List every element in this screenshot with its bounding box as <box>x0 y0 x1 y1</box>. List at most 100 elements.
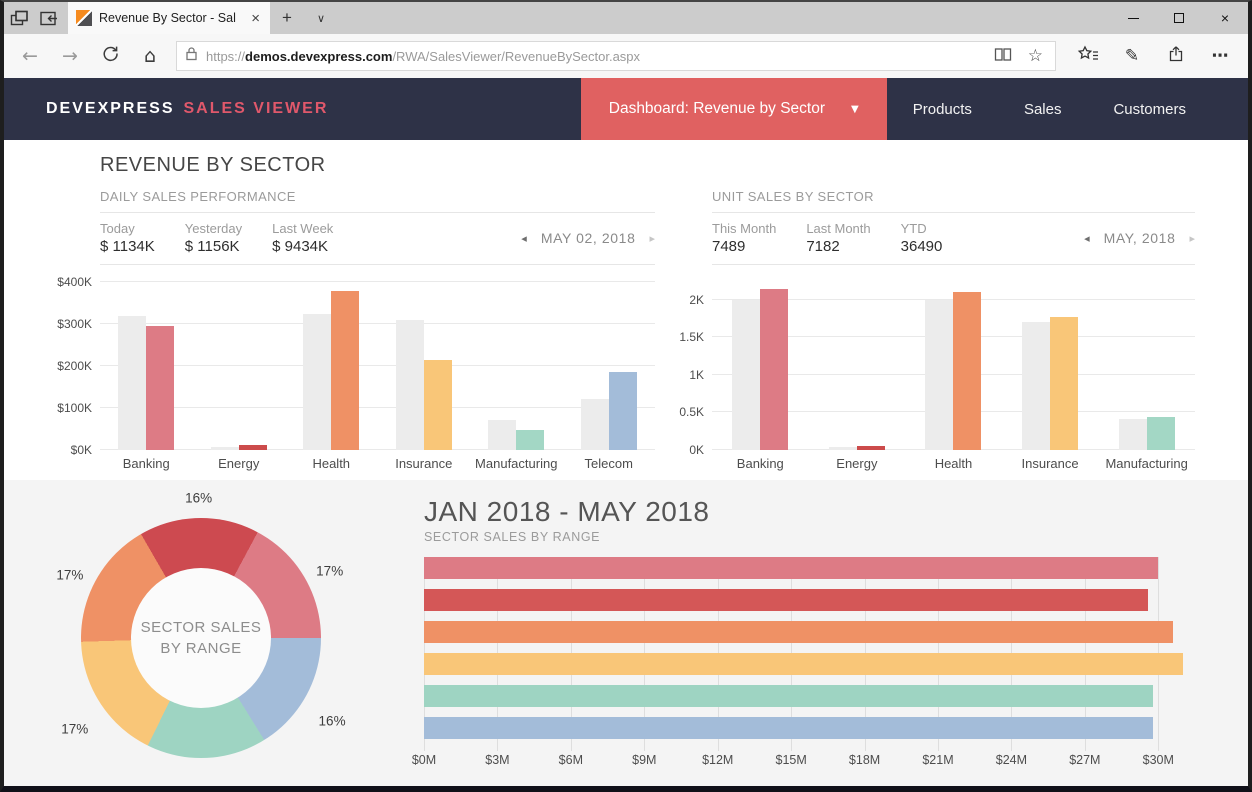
daily-date-label: MAY 02, 2018 <box>541 230 636 246</box>
next-date-icon[interactable]: ▸ <box>649 232 655 245</box>
hub-favorites-icon[interactable] <box>1066 45 1110 68</box>
settings-ellipsis-icon[interactable]: ⋯ <box>1198 46 1242 66</box>
bar-groups <box>100 275 655 450</box>
column-bar[interactable] <box>829 447 857 450</box>
share-icon[interactable] <box>1154 45 1198 67</box>
new-tab-button[interactable]: + <box>270 2 304 34</box>
category-label: Banking <box>712 456 809 471</box>
category-axis: BankingEnergyHealthInsuranceManufacturin… <box>712 456 1195 471</box>
bar-group <box>470 275 563 450</box>
horizontal-bar[interactable] <box>424 557 1158 579</box>
column-bar[interactable] <box>760 289 788 450</box>
nav-item-products[interactable]: Products <box>887 78 998 140</box>
category-label: Health <box>905 456 1002 471</box>
dashboard-top-section: REVENUE BY SECTOR DAILY SALES PERFORMANC… <box>4 140 1248 480</box>
column-bar[interactable] <box>331 291 359 450</box>
home-button[interactable]: ⌂ <box>130 45 170 67</box>
navbar-spacer <box>328 78 580 140</box>
x-axis-tick-label: $27M <box>1069 753 1100 767</box>
bar-groups <box>712 275 1195 450</box>
column-bar[interactable] <box>581 399 609 450</box>
horizontal-bar[interactable] <box>424 685 1153 707</box>
devexpress-favicon <box>76 10 92 26</box>
address-bar[interactable]: https://demos.devexpress.com/RWA/SalesVi… <box>176 41 1056 71</box>
forward-button[interactable]: → <box>50 45 90 67</box>
bar-group <box>285 275 378 450</box>
minimize-button[interactable] <box>1110 2 1156 34</box>
stat-value: 7489 <box>712 238 776 255</box>
x-axis-tick-label: $3M <box>485 753 509 767</box>
tab-preview-icon[interactable] <box>4 2 34 34</box>
tab-title: Revenue By Sector - Sal <box>99 11 242 25</box>
y-axis-tick-label: 1.5K <box>654 330 704 344</box>
horizontal-bar[interactable] <box>424 717 1153 739</box>
column-bar[interactable] <box>488 420 516 450</box>
column-bar[interactable] <box>857 446 885 450</box>
donut-zone: SECTOR SALESBY RANGE16%17%16%16%17%17% <box>4 480 420 786</box>
column-bar[interactable] <box>516 430 544 450</box>
tab-close-icon[interactable]: × <box>249 10 262 27</box>
nav-item-customers[interactable]: Customers <box>1087 78 1212 140</box>
column-bar[interactable] <box>1147 417 1175 450</box>
column-bar[interactable] <box>1119 419 1147 450</box>
stat-last-week: Last Week $ 9434K <box>272 221 333 255</box>
column-bar[interactable] <box>146 326 174 450</box>
prev-month-icon[interactable]: ◂ <box>1084 232 1090 245</box>
horizontal-bar[interactable] <box>424 653 1183 675</box>
minimize-icon <box>1128 18 1139 19</box>
chevron-down-icon: ▼ <box>851 104 859 115</box>
horizontal-bar[interactable] <box>424 589 1148 611</box>
title-bar: Revenue By Sector - Sal × + ∨ × <box>4 2 1248 34</box>
category-label: Insurance <box>1002 456 1099 471</box>
stat-label: Today <box>100 221 155 236</box>
chart-plot-area: $0K$100K$200K$300K$400K <box>100 275 655 450</box>
set-tabs-aside-icon[interactable] <box>34 2 64 34</box>
tab-list-chevron-icon[interactable]: ∨ <box>304 2 338 34</box>
browser-tab[interactable]: Revenue By Sector - Sal × <box>68 2 270 34</box>
unit-sales-panel: UNIT SALES BY SECTOR This Month 7489 Las… <box>712 189 1195 471</box>
category-label: Energy <box>193 456 286 471</box>
close-button[interactable]: × <box>1202 2 1248 34</box>
column-bar[interactable] <box>424 360 452 450</box>
url-text: https://demos.devexpress.com/RWA/SalesVi… <box>206 49 982 64</box>
add-favorite-star-icon[interactable]: ☆ <box>1024 46 1047 66</box>
dashboard-selector-button[interactable]: Dashboard: Revenue by Sector ▼ <box>581 78 887 140</box>
column-bar[interactable] <box>118 316 146 450</box>
x-axis-tick-label: $9M <box>632 753 656 767</box>
column-bar[interactable] <box>1050 317 1078 450</box>
column-bar[interactable] <box>396 320 424 450</box>
maximize-button[interactable] <box>1156 2 1202 34</box>
stat-yesterday: Yesterday $ 1156K <box>185 221 242 255</box>
refresh-button[interactable] <box>90 45 130 67</box>
prev-date-icon[interactable]: ◂ <box>521 232 527 245</box>
y-axis-tick-label: $300K <box>42 317 92 331</box>
category-label: Manufacturing <box>470 456 563 471</box>
horizontal-bar[interactable] <box>424 621 1173 643</box>
column-bar[interactable] <box>211 447 239 450</box>
category-label: Banking <box>100 456 193 471</box>
column-bar[interactable] <box>239 445 267 450</box>
column-bar[interactable] <box>732 300 760 450</box>
donut-percent-label: 17% <box>56 568 83 583</box>
dashboard-selector-label: Dashboard: Revenue by Sector <box>609 100 825 118</box>
column-bar[interactable] <box>303 314 331 450</box>
nav-item-sales[interactable]: Sales <box>998 78 1088 140</box>
column-bar[interactable] <box>1022 322 1050 450</box>
web-note-pen-icon[interactable]: ✎ <box>1110 46 1154 66</box>
app-navbar: DEVEXPRESS SALES VIEWER Dashboard: Reven… <box>4 78 1248 140</box>
x-axis-tick-label: $30M <box>1143 753 1174 767</box>
back-button[interactable]: ← <box>10 45 50 67</box>
column-bar[interactable] <box>953 292 981 450</box>
bar-group <box>193 275 286 450</box>
stat-ytd: YTD 36490 <box>901 221 943 255</box>
column-bar[interactable] <box>925 300 953 450</box>
x-axis-tick-label: $24M <box>996 753 1027 767</box>
x-axis-tick-label: $21M <box>922 753 953 767</box>
y-axis-tick-label: $400K <box>42 275 92 289</box>
reading-view-icon[interactable] <box>990 47 1016 66</box>
next-month-icon[interactable]: ▸ <box>1189 232 1195 245</box>
column-bar[interactable] <box>609 372 637 450</box>
logo-sales-viewer: SALES VIEWER <box>183 100 328 118</box>
range-subtitle: SECTOR SALES BY RANGE <box>424 530 1195 544</box>
range-zone: JAN 2018 - MAY 2018 SECTOR SALES BY RANG… <box>420 480 1248 786</box>
